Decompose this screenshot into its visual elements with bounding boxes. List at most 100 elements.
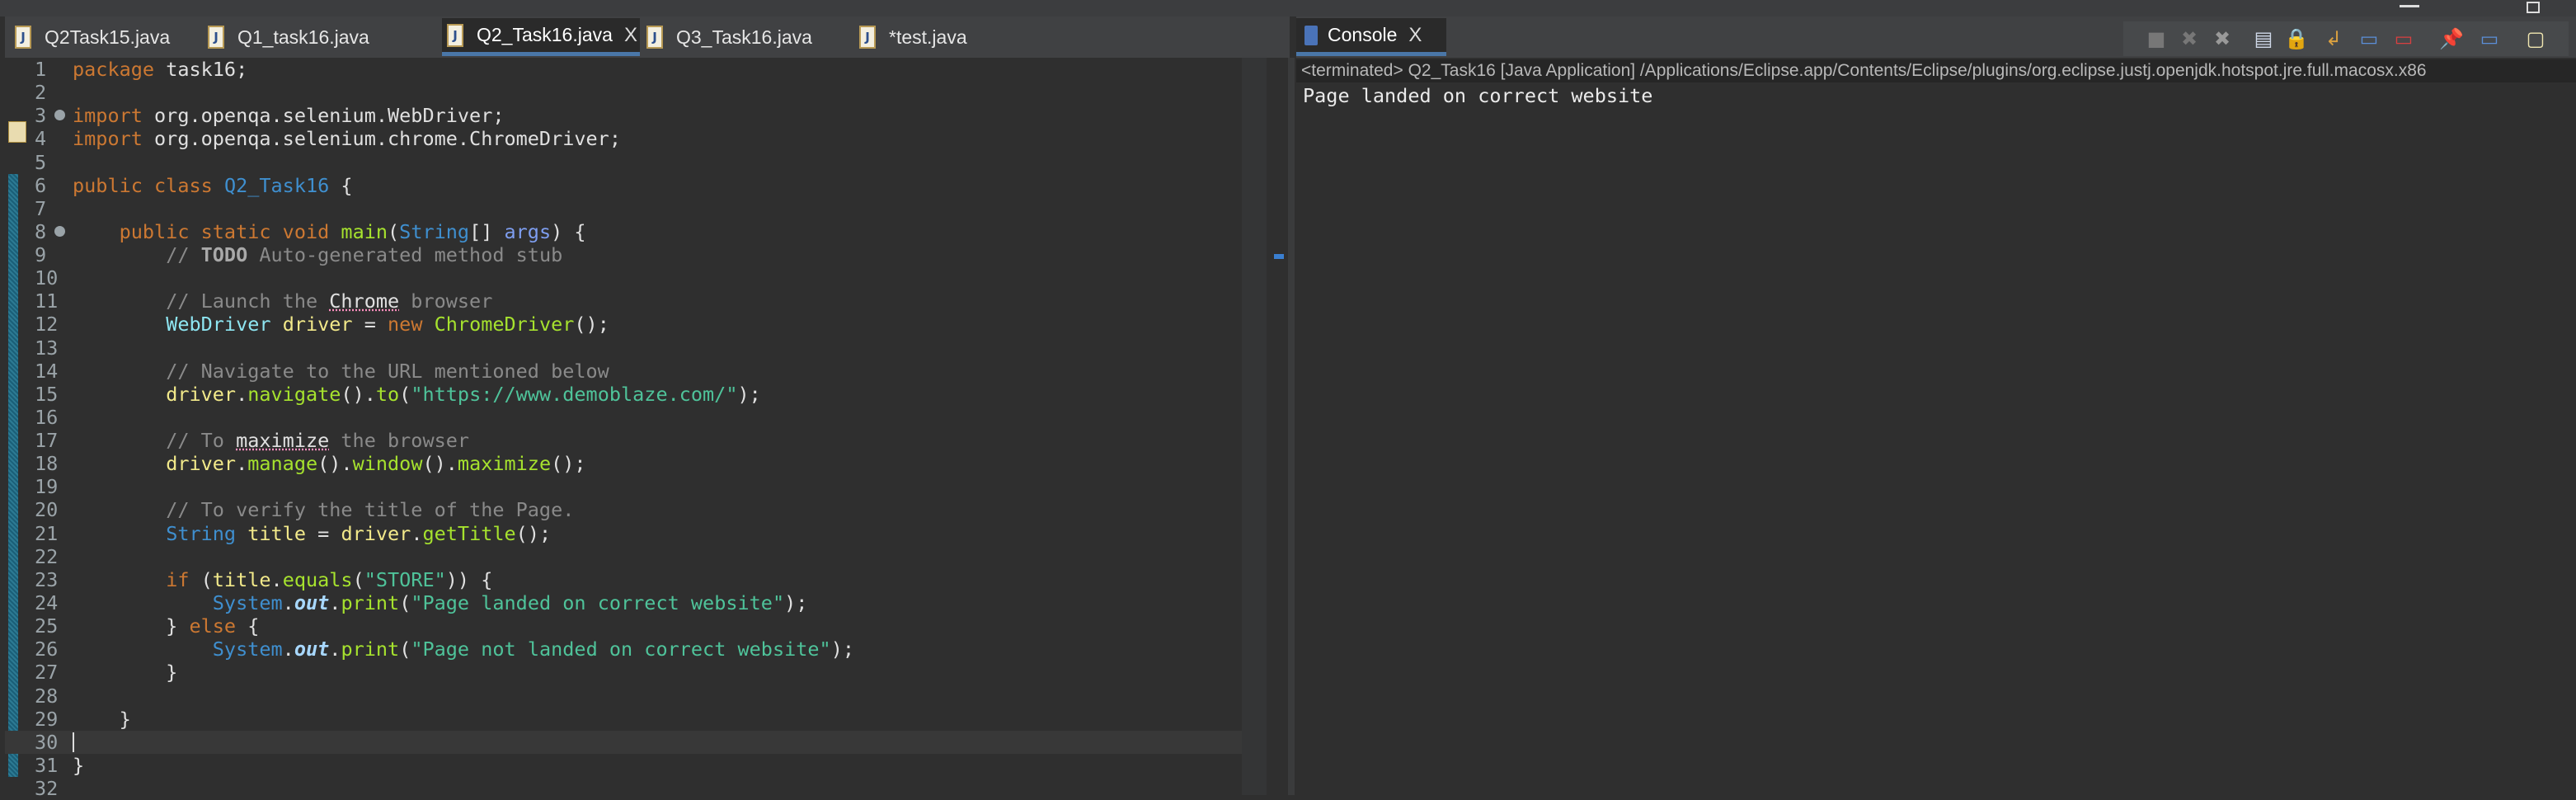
pin-console-icon[interactable]: 📌 — [2439, 26, 2464, 51]
fold-toggle-icon[interactable] — [54, 225, 65, 237]
code-line[interactable]: 28 — [5, 685, 1242, 708]
line-number: 15 — [35, 382, 59, 406]
code-token: Chrome — [329, 289, 400, 313]
code-line[interactable]: 17 // To maximize the browser — [5, 429, 1242, 452]
open-console-icon[interactable]: ▢ — [2523, 26, 2548, 51]
code-token: ) { — [551, 219, 586, 243]
code-line[interactable]: 25 } else { — [5, 614, 1242, 638]
code-line[interactable]: 21 String title = driver.getTitle(); — [5, 522, 1242, 545]
tab-label: Q2Task15.java — [45, 26, 171, 48]
tab-console[interactable]: Console X — [1296, 18, 1446, 56]
tab-q2task15-java[interactable]: J Q2Task15.java — [10, 18, 201, 56]
code-token: // Navigate to the URL mentioned below — [166, 359, 609, 383]
code-line[interactable]: 11 // Launch the Chrome browser — [5, 289, 1242, 313]
code-token: (). — [341, 382, 376, 406]
code-line[interactable]: 14 // Navigate to the URL mentioned belo… — [5, 360, 1242, 383]
code-token: out — [294, 591, 330, 614]
code-token: import — [73, 127, 143, 151]
code-token: navigate — [247, 382, 341, 406]
code-line[interactable]: 12 WebDriver driver = new ChromeDriver()… — [5, 313, 1242, 336]
line-number: 2 — [35, 81, 47, 105]
code-token: . — [329, 638, 341, 661]
code-text: WebDriver driver = new ChromeDriver(); — [73, 313, 609, 336]
code-line[interactable]: 29 } — [5, 708, 1242, 731]
code-token: ( — [189, 567, 213, 591]
word-wrap-icon[interactable]: ↲ — [2321, 26, 2346, 51]
overview-ruler — [1242, 58, 1267, 795]
code-line[interactable]: 20 // To verify the title of the Page. — [5, 498, 1242, 521]
code-line[interactable]: 26 System.out.print("Page not landed on … — [5, 638, 1242, 661]
tab--test-java[interactable]: J *test.java — [854, 18, 1044, 56]
minimize-icon[interactable] — [2400, 2, 2419, 10]
close-icon[interactable]: X — [624, 24, 637, 47]
terminate-icon[interactable]: ■ — [2144, 26, 2169, 51]
code-token: . — [411, 521, 423, 545]
code-token: "https://www.demoblaze.com/" — [411, 382, 738, 406]
code-line[interactable]: 30 — [5, 730, 1242, 754]
line-number: 23 — [35, 567, 59, 591]
code-text: // To maximize the browser — [73, 429, 469, 452]
code-line[interactable]: 15 driver.navigate().to("https://www.dem… — [5, 383, 1242, 406]
code-line[interactable]: 22 — [5, 545, 1242, 568]
code-editor[interactable]: 1 package task16; 2 3 import org.openqa.sele… — [5, 58, 1242, 800]
code-token: "STORE" — [364, 567, 446, 591]
code-line[interactable]: 32 — [5, 777, 1242, 800]
code-token: . — [329, 591, 341, 614]
remove-launch-icon[interactable]: ✖ — [2177, 26, 2202, 51]
code-line[interactable]: 4 import org.openqa.selenium.chrome.Chrom… — [5, 127, 1242, 150]
console-view[interactable]: <terminated> Q2_Task16 [Java Application… — [1296, 58, 2576, 795]
code-line[interactable]: 13 — [5, 336, 1242, 360]
panel-sash[interactable] — [1288, 58, 1295, 795]
code-line[interactable]: 19 — [5, 475, 1242, 498]
code-line[interactable]: 18 driver.manage().window().maximize(); — [5, 452, 1242, 475]
code-token: . — [236, 382, 248, 406]
tab-q3-task16-java[interactable]: J Q3_Task16.java — [642, 18, 848, 56]
line-number: 4 — [35, 127, 47, 151]
code-line[interactable]: 5 — [5, 151, 1242, 174]
tab-q2-task16-java[interactable]: J Q2_Task16.java X — [442, 18, 640, 56]
line-number: 13 — [35, 336, 59, 360]
tab-q1-task16-java[interactable]: J Q1_task16.java — [203, 18, 425, 56]
line-number: 16 — [35, 405, 59, 429]
code-line[interactable]: 23 if (title.equals("STORE")) { — [5, 568, 1242, 591]
code-token: window — [352, 452, 423, 476]
code-token: task16; — [154, 58, 248, 81]
show-on-stderr-icon[interactable]: ▭ — [2391, 26, 2416, 51]
code-line[interactable]: 1 package task16; — [5, 58, 1242, 81]
code-token: equals — [282, 567, 353, 591]
editor-tab-bar: J Q2Task15.java J Q1_task16.java J Q2_Task16.… — [5, 16, 1290, 58]
clear-console-icon[interactable]: ▤ — [2251, 26, 2276, 51]
code-token: browser — [399, 289, 493, 313]
show-on-stdout-icon[interactable]: ▭ — [2357, 26, 2381, 51]
code-line[interactable]: 27 } — [5, 661, 1242, 684]
code-line[interactable]: 31} — [5, 754, 1242, 777]
maximize-icon[interactable] — [2527, 2, 2540, 13]
code-token: org.openqa.selenium.WebDriver; — [142, 104, 505, 128]
code-text: String title = driver.getTitle(); — [73, 522, 551, 545]
code-line[interactable]: 2 — [5, 81, 1242, 104]
code-line[interactable]: 8 public static void main(String[] args)… — [5, 220, 1242, 243]
code-line[interactable]: 3 import org.openqa.selenium.WebDriver; — [5, 104, 1242, 127]
line-number: 1 — [35, 58, 47, 81]
display-selected-console-icon[interactable]: ▭ — [2477, 26, 2502, 51]
code-line[interactable]: 10 — [5, 266, 1242, 289]
code-token: manage — [247, 452, 318, 476]
scroll-lock-icon[interactable]: 🔒 — [2284, 26, 2309, 51]
line-number: 30 — [35, 730, 59, 754]
code-line[interactable]: 16 — [5, 406, 1242, 429]
line-number: 20 — [35, 498, 59, 522]
tab-label: Q1_task16.java — [237, 26, 369, 48]
code-text: package task16; — [73, 58, 247, 81]
code-line[interactable]: 24 System.out.print("Page landed on corr… — [5, 591, 1242, 614]
code-token: ); — [830, 638, 854, 661]
code-line[interactable]: 6 public class Q2_Task16 { — [5, 174, 1242, 197]
code-line[interactable]: 9 // TODO Auto-generated method stub — [5, 243, 1242, 266]
close-icon[interactable]: X — [1408, 24, 1422, 47]
code-line[interactable]: 7 — [5, 197, 1242, 220]
remove-all-terminated-icon[interactable]: ✖ — [2210, 26, 2235, 51]
code-token: to — [375, 382, 400, 406]
